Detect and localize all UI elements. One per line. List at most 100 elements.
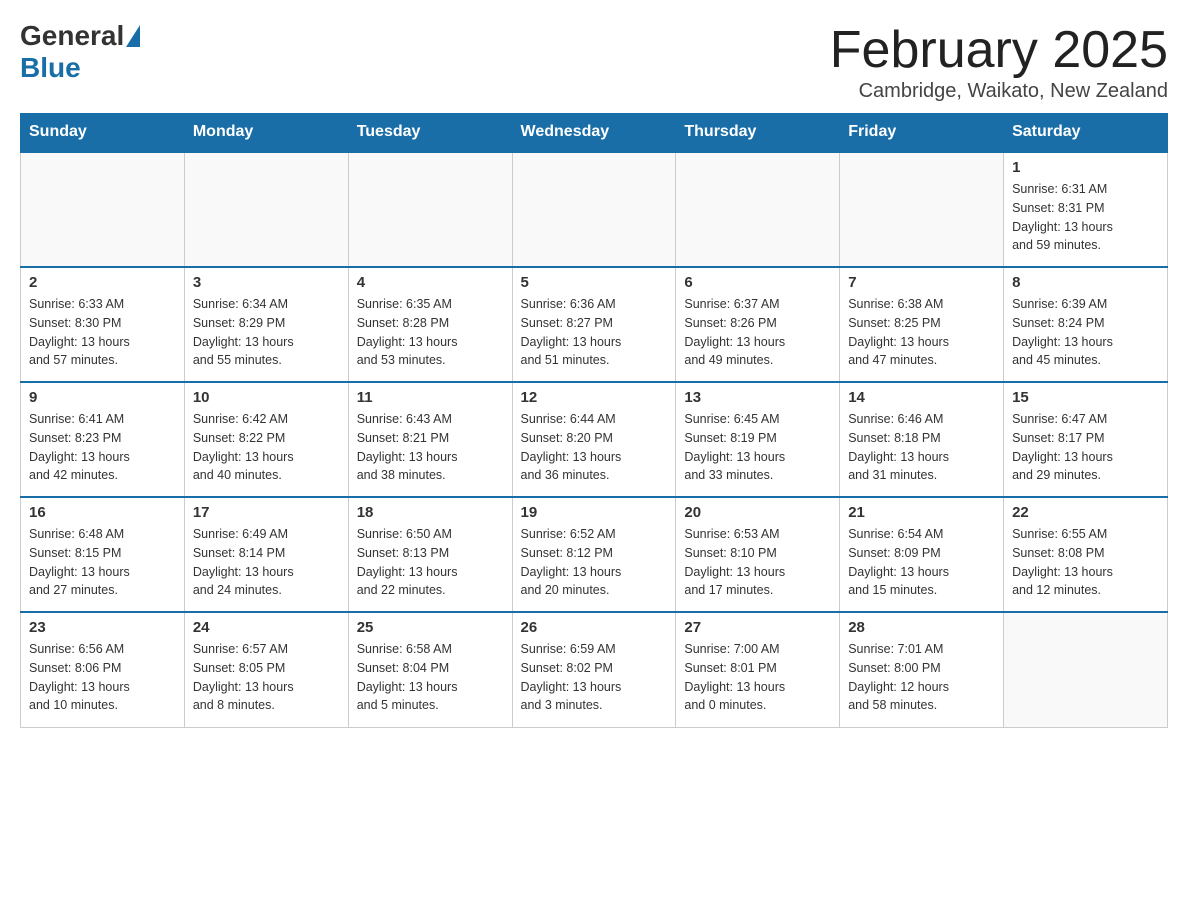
calendar-cell: 14 Sunrise: 6:46 AMSunset: 8:18 PMDayligh… <box>840 382 1004 497</box>
calendar-cell: 9Sunrise: 6:41 AMSunset: 8:23 PMDaylight… <box>21 382 185 497</box>
calendar-cell: 10Sunrise: 6:42 AMSunset: 8:22 PMDayligh… <box>184 382 348 497</box>
calendar-cell: 20Sunrise: 6:53 AMSunset: 8:10 PMDayligh… <box>676 497 840 612</box>
calendar-header-thursday: Thursday <box>676 113 840 152</box>
day-number: 2 <box>29 274 176 291</box>
calendar-cell: 2 Sunrise: 6:33 AMSunset: 8:30 PMDaylight… <box>21 267 185 382</box>
calendar-cell: 6 Sunrise: 6:37 AMSunset: 8:26 PMDaylight… <box>676 267 840 382</box>
day-number: 13 <box>684 389 831 406</box>
day-number: 26 <box>521 619 668 636</box>
day-number: 16 <box>29 504 176 521</box>
day-number: 22 <box>1012 504 1159 521</box>
day-number: 28 <box>848 619 995 636</box>
day-number: 3 <box>193 274 340 291</box>
calendar-cell: 16 Sunrise: 6:48 AMSunset: 8:15 PMDayligh… <box>21 497 185 612</box>
day-info: Sunrise: 6:35 AMSunset: 8:28 PMDaylight:… <box>357 295 504 370</box>
calendar-cell: 23 Sunrise: 6:56 AMSunset: 8:06 PMDayligh… <box>21 612 185 727</box>
month-title: February 2025 <box>830 20 1168 80</box>
calendar-cell <box>21 152 185 267</box>
calendar-cell <box>676 152 840 267</box>
logo: General Blue <box>20 20 142 84</box>
day-info: Sunrise: 6:39 AMSunset: 8:24 PMDaylight:… <box>1012 295 1159 370</box>
calendar-cell: 1 Sunrise: 6:31 AMSunset: 8:31 PMDaylight… <box>1004 152 1168 267</box>
calendar-cell <box>1004 612 1168 727</box>
day-info: Sunrise: 7:01 AMSunset: 8:00 PMDaylight:… <box>848 640 995 715</box>
calendar-cell: 13 Sunrise: 6:45 AMSunset: 8:19 PMDayligh… <box>676 382 840 497</box>
day-number: 9 <box>29 389 176 406</box>
day-info: Sunrise: 6:37 AMSunset: 8:26 PMDaylight:… <box>684 295 831 370</box>
day-number: 8 <box>1012 274 1159 291</box>
day-number: 25 <box>357 619 504 636</box>
day-number: 5 <box>521 274 668 291</box>
day-info: Sunrise: 6:53 AMSunset: 8:10 PMDaylight:… <box>684 525 831 600</box>
calendar-header-friday: Friday <box>840 113 1004 152</box>
calendar-cell: 4 Sunrise: 6:35 AMSunset: 8:28 PMDaylight… <box>348 267 512 382</box>
calendar-week-2: 9Sunrise: 6:41 AMSunset: 8:23 PMDaylight… <box>21 382 1168 497</box>
calendar-header-sunday: Sunday <box>21 113 185 152</box>
day-info: Sunrise: 6:34 AMSunset: 8:29 PMDaylight:… <box>193 295 340 370</box>
calendar-cell: 5 Sunrise: 6:36 AMSunset: 8:27 PMDaylight… <box>512 267 676 382</box>
calendar-cell: 26 Sunrise: 6:59 AMSunset: 8:02 PMDayligh… <box>512 612 676 727</box>
calendar-cell <box>348 152 512 267</box>
day-info: Sunrise: 6:36 AMSunset: 8:27 PMDaylight:… <box>521 295 668 370</box>
day-number: 4 <box>357 274 504 291</box>
calendar-cell: 27 Sunrise: 7:00 AMSunset: 8:01 PMDayligh… <box>676 612 840 727</box>
logo-blue-text: Blue <box>20 52 81 83</box>
logo-general-text: General <box>20 20 124 52</box>
day-info: Sunrise: 6:48 AMSunset: 8:15 PMDaylight:… <box>29 525 176 600</box>
calendar-week-1: 2 Sunrise: 6:33 AMSunset: 8:30 PMDaylight… <box>21 267 1168 382</box>
calendar-cell: 8 Sunrise: 6:39 AMSunset: 8:24 PMDaylight… <box>1004 267 1168 382</box>
calendar-cell: 15Sunrise: 6:47 AMSunset: 8:17 PMDayligh… <box>1004 382 1168 497</box>
day-info: Sunrise: 6:31 AMSunset: 8:31 PMDaylight:… <box>1012 180 1159 255</box>
calendar-header-tuesday: Tuesday <box>348 113 512 152</box>
day-number: 14 <box>848 389 995 406</box>
day-number: 27 <box>684 619 831 636</box>
day-number: 11 <box>357 389 504 406</box>
day-number: 21 <box>848 504 995 521</box>
day-info: Sunrise: 6:59 AMSunset: 8:02 PMDaylight:… <box>521 640 668 715</box>
day-info: Sunrise: 6:54 AMSunset: 8:09 PMDaylight:… <box>848 525 995 600</box>
day-info: Sunrise: 6:57 AMSunset: 8:05 PMDaylight:… <box>193 640 340 715</box>
calendar-header-row: SundayMondayTuesdayWednesdayThursdayFrid… <box>21 113 1168 152</box>
calendar-cell: 7 Sunrise: 6:38 AMSunset: 8:25 PMDaylight… <box>840 267 1004 382</box>
calendar-cell: 24 Sunrise: 6:57 AMSunset: 8:05 PMDayligh… <box>184 612 348 727</box>
day-number: 23 <box>29 619 176 636</box>
day-info: Sunrise: 6:45 AMSunset: 8:19 PMDaylight:… <box>684 410 831 485</box>
day-number: 24 <box>193 619 340 636</box>
day-number: 12 <box>521 389 668 406</box>
calendar-cell <box>184 152 348 267</box>
calendar-header-saturday: Saturday <box>1004 113 1168 152</box>
day-info: Sunrise: 6:58 AMSunset: 8:04 PMDaylight:… <box>357 640 504 715</box>
day-info: Sunrise: 6:47 AMSunset: 8:17 PMDaylight:… <box>1012 410 1159 485</box>
calendar-cell <box>840 152 1004 267</box>
day-info: Sunrise: 6:56 AMSunset: 8:06 PMDaylight:… <box>29 640 176 715</box>
day-info: Sunrise: 6:43 AMSunset: 8:21 PMDaylight:… <box>357 410 504 485</box>
day-info: Sunrise: 6:52 AMSunset: 8:12 PMDaylight:… <box>521 525 668 600</box>
page-header: General Blue February 2025 Cambridge, Wa… <box>20 20 1168 103</box>
calendar-table: SundayMondayTuesdayWednesdayThursdayFrid… <box>20 113 1168 728</box>
day-info: Sunrise: 7:00 AMSunset: 8:01 PMDaylight:… <box>684 640 831 715</box>
calendar-cell: 12Sunrise: 6:44 AMSunset: 8:20 PMDayligh… <box>512 382 676 497</box>
calendar-cell: 17Sunrise: 6:49 AMSunset: 8:14 PMDayligh… <box>184 497 348 612</box>
calendar-week-0: 1 Sunrise: 6:31 AMSunset: 8:31 PMDaylight… <box>21 152 1168 267</box>
calendar-week-3: 16 Sunrise: 6:48 AMSunset: 8:15 PMDayligh… <box>21 497 1168 612</box>
calendar-cell: 22 Sunrise: 6:55 AMSunset: 8:08 PMDayligh… <box>1004 497 1168 612</box>
calendar-cell: 28 Sunrise: 7:01 AMSunset: 8:00 PMDayligh… <box>840 612 1004 727</box>
calendar-cell <box>512 152 676 267</box>
location-text: Cambridge, Waikato, New Zealand <box>830 80 1168 103</box>
day-info: Sunrise: 6:33 AMSunset: 8:30 PMDaylight:… <box>29 295 176 370</box>
day-info: Sunrise: 6:38 AMSunset: 8:25 PMDaylight:… <box>848 295 995 370</box>
day-info: Sunrise: 6:42 AMSunset: 8:22 PMDaylight:… <box>193 410 340 485</box>
day-number: 6 <box>684 274 831 291</box>
calendar-header-wednesday: Wednesday <box>512 113 676 152</box>
day-info: Sunrise: 6:46 AMSunset: 8:18 PMDaylight:… <box>848 410 995 485</box>
title-section: February 2025 Cambridge, Waikato, New Ze… <box>830 20 1168 103</box>
calendar-cell: 3 Sunrise: 6:34 AMSunset: 8:29 PMDaylight… <box>184 267 348 382</box>
logo-triangle-icon <box>126 25 140 47</box>
day-number: 1 <box>1012 159 1159 176</box>
calendar-cell: 18Sunrise: 6:50 AMSunset: 8:13 PMDayligh… <box>348 497 512 612</box>
day-info: Sunrise: 6:49 AMSunset: 8:14 PMDaylight:… <box>193 525 340 600</box>
day-info: Sunrise: 6:55 AMSunset: 8:08 PMDaylight:… <box>1012 525 1159 600</box>
calendar-cell: 25 Sunrise: 6:58 AMSunset: 8:04 PMDayligh… <box>348 612 512 727</box>
day-number: 7 <box>848 274 995 291</box>
day-number: 18 <box>357 504 504 521</box>
